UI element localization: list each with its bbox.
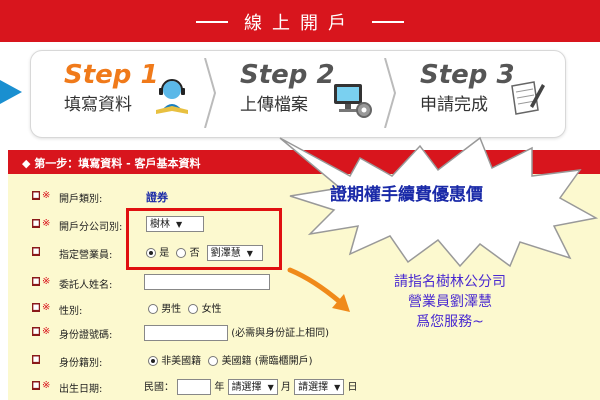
step-3-title: Step 3: [420, 60, 515, 90]
bullet-icon: ■: [32, 246, 40, 256]
bullet-icon: ■: [32, 327, 40, 336]
promo-line-2: 營業員劉澤慧: [408, 294, 492, 310]
birth-day-selected: 請選擇: [298, 382, 329, 393]
chevron-down-icon: ▼: [334, 383, 341, 392]
non-us-radio[interactable]: [148, 356, 158, 366]
step-2-subtitle: 上傳檔案: [240, 95, 308, 115]
required-mark: ※: [42, 218, 51, 229]
birth-year-input[interactable]: [177, 379, 212, 395]
birth-year-unit: 年: [214, 382, 225, 393]
chevron-down-icon: ▼: [267, 383, 274, 392]
name-label: 委託人姓名:: [59, 280, 113, 291]
top-title-bar: 線上開戶: [0, 0, 600, 42]
required-mark: ※: [42, 380, 51, 391]
non-us-label: 非美國籍: [161, 356, 202, 367]
us-label: 美國籍: [221, 356, 252, 367]
step-2: Step 2 上傳檔案: [240, 60, 335, 116]
birth-month-unit: 月: [280, 382, 291, 393]
required-mark: ※: [42, 326, 51, 337]
required-mark: ※: [42, 276, 51, 287]
step-3-subtitle: 申請完成: [420, 95, 488, 115]
current-step-arrow-icon: [0, 80, 22, 104]
step-1-title: Step 1: [64, 60, 159, 90]
document-pen-icon: [511, 81, 545, 115]
row-nationality: ■ 身份籍別: 非美國籍 美國籍 (需臨櫃開戶): [8, 350, 600, 370]
promo-line-1: 請指名樹林公分司: [394, 274, 506, 290]
gender-male-label: 男性: [161, 304, 182, 315]
id-number-label: 身份證號碼:: [59, 330, 113, 341]
gender-male-radio[interactable]: [148, 304, 158, 314]
highlight-box: [126, 208, 282, 270]
step-2-title: Step 2: [240, 60, 335, 90]
branch-label: 開戶分公司別:: [59, 222, 123, 233]
step-1: Step 1 填寫資料: [64, 60, 159, 116]
agent-label: 指定營業員:: [59, 250, 113, 261]
id-number-input[interactable]: [144, 325, 228, 341]
id-number-note: (必需與身份証上相同): [231, 328, 329, 339]
page-title: 線上開戶: [244, 13, 356, 34]
promo-text: 請指名樹林公分司 營業員劉澤慧 爲您服務~: [340, 272, 560, 332]
gender-female-radio[interactable]: [188, 304, 199, 314]
required-mark: ※: [42, 190, 51, 201]
row-birthday: ■ ※ 出生日期: 民國： 年 請選擇 ▼ 月 請選擇 ▼ 日: [8, 376, 600, 396]
title-decor-right: [372, 21, 404, 23]
gender-label: 性別:: [59, 306, 83, 317]
birth-day-select[interactable]: 請選擇 ▼: [294, 379, 345, 395]
birthday-era: 民國：: [144, 382, 174, 393]
student-reading-icon: [156, 79, 188, 114]
account-type-value: 證券: [146, 191, 168, 204]
bullet-icon: ■: [32, 277, 40, 286]
promo-line-3: 爲您服務~: [416, 314, 484, 330]
callout-text: 證期權手續費優惠價: [330, 185, 483, 205]
bullet-icon: ■: [32, 354, 40, 364]
nationality-label: 身份籍別:: [59, 358, 103, 369]
bullet-icon: ■: [32, 381, 40, 390]
birth-month-selected: 請選擇: [231, 382, 262, 393]
us-note: (需臨櫃開戶): [254, 356, 313, 367]
birth-month-select[interactable]: 請選擇 ▼: [227, 379, 278, 395]
bullet-icon: ■: [32, 303, 40, 312]
required-mark: ※: [42, 302, 51, 313]
gender-female-label: 女性: [201, 304, 222, 315]
us-radio[interactable]: [208, 356, 219, 366]
step-3: Step 3 申請完成: [420, 60, 515, 116]
birth-day-unit: 日: [347, 382, 358, 393]
step-1-subtitle: 填寫資料: [64, 95, 132, 115]
name-input[interactable]: [144, 274, 270, 290]
account-type-label: 開戶類別:: [59, 194, 103, 205]
form-section-title: ◆ 第一步：填寫資料 - 客戶基本資料: [22, 157, 201, 170]
step-separator-1: [204, 58, 216, 128]
bullet-icon: ■: [32, 191, 40, 200]
computer-gear-icon: [334, 84, 372, 118]
bullet-icon: ■: [32, 219, 40, 228]
birthday-label: 出生日期:: [59, 384, 103, 395]
